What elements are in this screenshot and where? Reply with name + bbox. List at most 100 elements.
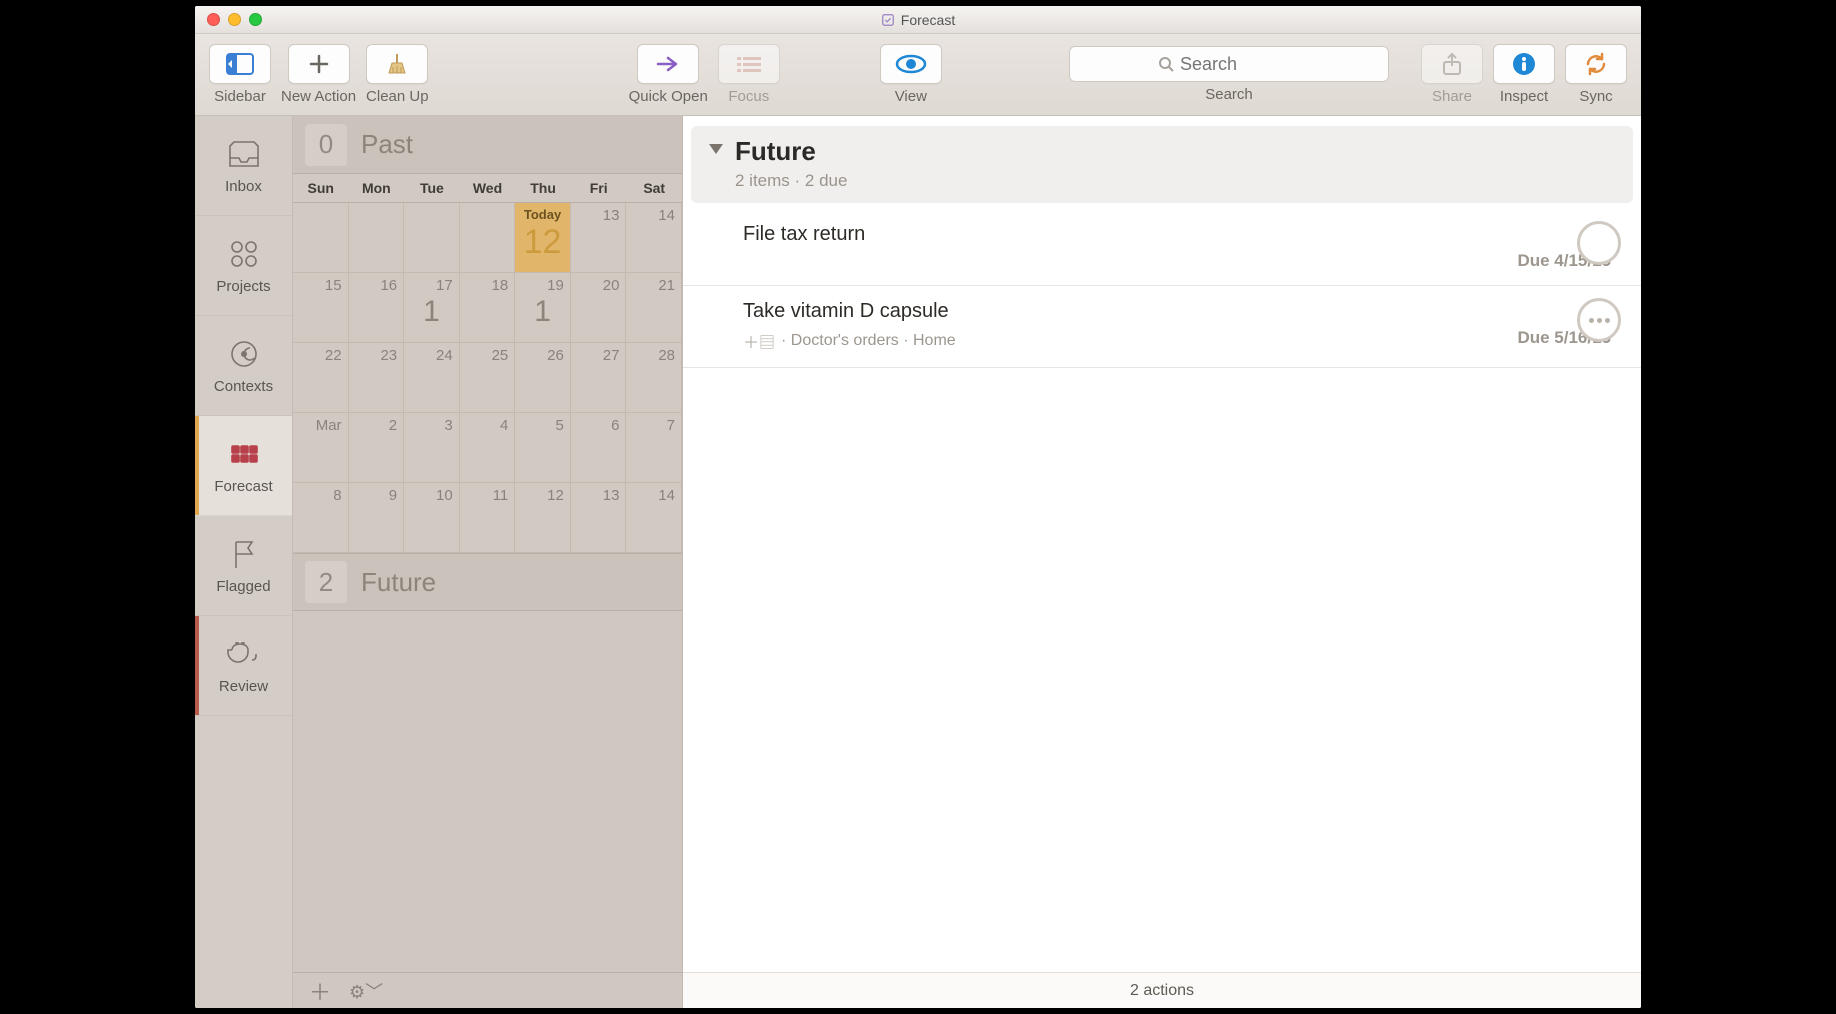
future-section-header[interactable]: 2 Future	[293, 553, 682, 611]
calendar-cell[interactable]: 24	[404, 343, 460, 413]
calendar-cell[interactable]: 23	[349, 343, 405, 413]
dow-thu: Thu	[515, 174, 571, 202]
share-button[interactable]	[1421, 44, 1483, 84]
calendar-cell[interactable]: 10	[404, 483, 460, 553]
clean-up-button[interactable]	[366, 44, 428, 84]
inspect-label: Inspect	[1500, 88, 1548, 105]
perspective-sidebar: Inbox Projects Contexts Forecast Flagged…	[195, 116, 293, 1008]
calendar-cell[interactable]: 13	[571, 203, 627, 273]
calendar-cell[interactable]: 14	[626, 203, 682, 273]
disclosure-triangle-icon[interactable]	[709, 144, 723, 154]
calendar-cell[interactable]: 8	[293, 483, 349, 553]
calendar-cell[interactable]	[404, 203, 460, 273]
calendar-cell[interactable]: 5	[515, 413, 571, 483]
note-icon: ＋▤	[743, 329, 775, 353]
sidebar-item-label: Projects	[216, 278, 270, 295]
calendar-cell[interactable]: 2	[349, 413, 405, 483]
sidebar-item-contexts[interactable]: Contexts	[195, 316, 292, 416]
group-header[interactable]: Future 2 items · 2 due	[691, 126, 1633, 203]
search-field[interactable]	[1069, 46, 1389, 82]
sync-label: Sync	[1579, 88, 1612, 105]
dow-sun: Sun	[293, 174, 349, 202]
calendar-cell[interactable]: 26	[515, 343, 571, 413]
content-area: Future 2 items · 2 due File tax return D…	[683, 116, 1641, 1008]
future-label: Future	[361, 567, 436, 598]
task-row[interactable]: File tax return Due 4/15/15	[683, 209, 1641, 286]
sidebar-item-flagged[interactable]: Flagged	[195, 516, 292, 616]
calendar-cell[interactable]: 171	[404, 273, 460, 343]
quick-open-button[interactable]	[637, 44, 699, 84]
calendar-cell[interactable]	[349, 203, 405, 273]
calendar-cell[interactable]	[460, 203, 516, 273]
cell-count: 1	[404, 295, 459, 329]
window-title: Forecast	[195, 12, 1641, 28]
calendar-cell[interactable]: 13	[571, 483, 627, 553]
inbox-icon	[226, 136, 262, 172]
window-minimize-button[interactable]	[228, 13, 241, 26]
calendar-cell[interactable]: 7	[626, 413, 682, 483]
sidebar-item-review[interactable]: Review	[195, 616, 292, 716]
window-zoom-button[interactable]	[249, 13, 262, 26]
sidebar-item-label: Inbox	[225, 178, 262, 195]
calendar-cell[interactable]: 3	[404, 413, 460, 483]
calendar-cell[interactable]: 28	[626, 343, 682, 413]
toolbar: Sidebar New Action Clean Up Quick Open	[195, 34, 1641, 116]
plus-icon	[307, 52, 331, 76]
calendar-cell[interactable]: 12	[515, 483, 571, 553]
calendar-cell[interactable]: 20	[571, 273, 627, 343]
calendar-cell[interactable]: 25	[460, 343, 516, 413]
dow-tue: Tue	[404, 174, 460, 202]
dow-wed: Wed	[460, 174, 516, 202]
gear-menu[interactable]: ⚙︎﹀	[349, 978, 383, 1004]
search-icon	[1158, 56, 1174, 72]
calendar-cell[interactable]: 18	[460, 273, 516, 343]
calendar-cell-today[interactable]: Today 12	[515, 203, 571, 273]
contexts-icon	[226, 336, 262, 372]
sidebar-item-projects[interactable]: Projects	[195, 216, 292, 316]
window-close-button[interactable]	[207, 13, 220, 26]
calendar-cell[interactable]: 4	[460, 413, 516, 483]
calendar-cell[interactable]: 15	[293, 273, 349, 343]
arrow-right-icon	[654, 54, 682, 74]
cell-count: 1	[515, 295, 570, 329]
titlebar: Forecast	[195, 6, 1641, 34]
calendar-cell[interactable]: 9	[349, 483, 405, 553]
task-list: File tax return Due 4/15/15 Take vitamin…	[683, 209, 1641, 368]
forecast-title-icon	[881, 13, 895, 27]
past-section-header[interactable]: 0 Past	[293, 116, 682, 174]
calendar-cell[interactable]: 22	[293, 343, 349, 413]
add-button[interactable]: ＋	[309, 975, 331, 1007]
search-input[interactable]	[1180, 54, 1300, 75]
new-action-button[interactable]	[288, 44, 350, 84]
calendar-cell[interactable]	[293, 203, 349, 273]
calendar-cell[interactable]: 27	[571, 343, 627, 413]
calendar-cell[interactable]: 11	[460, 483, 516, 553]
task-row[interactable]: Take vitamin D capsule ＋▤ · Doctor's ord…	[683, 286, 1641, 368]
view-label: View	[895, 88, 927, 105]
calendar-cell[interactable]: 191	[515, 273, 571, 343]
calendar-cell[interactable]: 21	[626, 273, 682, 343]
view-button[interactable]	[880, 44, 942, 84]
app-window: Forecast Sidebar New Action Clean Up	[189, 0, 1647, 1014]
review-icon	[226, 636, 262, 672]
calendar-cell[interactable]: 14	[626, 483, 682, 553]
calendar-cell[interactable]: 6	[571, 413, 627, 483]
group-subtitle: 2 items · 2 due	[735, 171, 847, 191]
day-of-week-header: Sun Mon Tue Wed Thu Fri Sat	[293, 174, 682, 203]
inspect-button[interactable]	[1493, 44, 1555, 84]
focus-button[interactable]	[718, 44, 780, 84]
task-checkbox-repeat[interactable]	[1577, 298, 1621, 342]
task-checkbox[interactable]	[1577, 221, 1621, 265]
calendar-cell[interactable]: 16	[349, 273, 405, 343]
sidebar-label: Sidebar	[214, 88, 266, 105]
calendar-cell-month[interactable]: Mar	[293, 413, 349, 483]
footer-count: 2 actions	[1130, 982, 1194, 1000]
main-area: Inbox Projects Contexts Forecast Flagged…	[195, 116, 1641, 1008]
focus-label: Focus	[728, 88, 769, 105]
sidebar-item-inbox[interactable]: Inbox	[195, 116, 292, 216]
new-action-label: New Action	[281, 88, 356, 105]
broom-icon	[384, 51, 410, 77]
sidebar-item-forecast[interactable]: Forecast	[195, 416, 292, 516]
sync-button[interactable]	[1565, 44, 1627, 84]
sidebar-toggle-button[interactable]	[209, 44, 271, 84]
